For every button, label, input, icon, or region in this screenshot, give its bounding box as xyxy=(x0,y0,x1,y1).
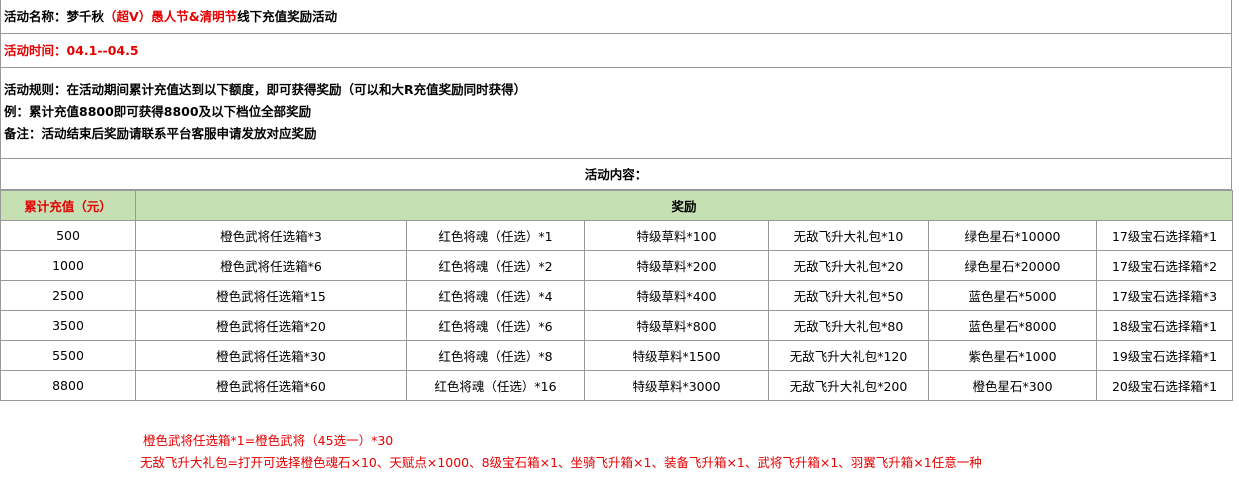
reward-cell: 17级宝石选择箱*3 xyxy=(1095,280,1234,311)
reward-cell: 无敌飞升大礼包*80 xyxy=(768,310,929,341)
reward-cell: 橙色武将任选箱*60 xyxy=(135,370,407,401)
activity-content-label: 活动内容： xyxy=(0,159,1232,190)
header-cumulative-recharge: 累计充值（元） xyxy=(0,190,136,221)
reward-cell: 特级草料*1500 xyxy=(584,340,769,371)
amount-cell: 1000 xyxy=(0,250,136,281)
table-row: 1000 橙色武将任选箱*6 红色将魂（任选）*2 特级草料*200 无敌飞升大… xyxy=(0,250,1234,281)
table-row: 2500 橙色武将任选箱*15 红色将魂（任选）*4 特级草料*400 无敌飞升… xyxy=(0,280,1234,311)
reward-cell: 橙色武将任选箱*6 xyxy=(135,250,407,281)
content-label-text: 活动内容： xyxy=(584,167,648,182)
activity-name-suffix: 线下充值奖励活动 xyxy=(237,9,338,24)
activity-name-row: 活动名称：梦千秋（超V）愚人节&清明节线下充值奖励活动 xyxy=(0,0,1232,34)
header-reward: 奖励 xyxy=(134,190,1234,221)
reward-cell: 红色将魂（任选）*4 xyxy=(406,280,585,311)
reward-cell: 橙色武将任选箱*20 xyxy=(135,310,407,341)
rules-line-1: 活动规则：在活动期间累计充值达到以下额度，即可获得奖励（可以和大R充值奖励同时获… xyxy=(4,82,527,97)
table-row: 5500 橙色武将任选箱*30 红色将魂（任选）*8 特级草料*1500 无敌飞… xyxy=(0,340,1234,371)
reward-table: 累计充值（元） 奖励 500 橙色武将任选箱*3 红色将魂（任选）*1 特级草料… xyxy=(0,190,1234,401)
reward-cell: 特级草料*3000 xyxy=(584,370,769,401)
reward-cell: 橙色武将任选箱*15 xyxy=(135,280,407,311)
amount-cell: 2500 xyxy=(0,280,136,311)
activity-rules-block: 活动规则：在活动期间累计充值达到以下额度，即可获得奖励（可以和大R充值奖励同时获… xyxy=(0,68,1232,159)
reward-cell: 无敌飞升大礼包*10 xyxy=(768,220,929,251)
reward-cell: 无敌飞升大礼包*200 xyxy=(768,370,929,401)
reward-cell: 20级宝石选择箱*1 xyxy=(1095,370,1234,401)
amount-cell: 3500 xyxy=(0,310,136,341)
amount-cell: 500 xyxy=(0,220,136,251)
rules-example-line: 例：累计充值8800即可获得8800及以下档位全部奖励 xyxy=(4,104,312,119)
reward-cell: 17级宝石选择箱*1 xyxy=(1095,220,1234,251)
table-row: 8800 橙色武将任选箱*60 红色将魂（任选）*16 特级草料*3000 无敌… xyxy=(0,370,1234,401)
reward-cell: 特级草料*400 xyxy=(584,280,769,311)
footnotes: 橙色武将任选箱*1=橙色武将（45选一）*30 无敌飞升大礼包=打开可选择橙色魂… xyxy=(140,430,982,474)
reward-cell: 绿色星石*10000 xyxy=(928,220,1097,251)
reward-cell: 橙色武将任选箱*3 xyxy=(135,220,407,251)
activity-time-row: 活动时间：04.1--04.5 xyxy=(0,34,1232,68)
reward-cell: 橙色星石*300 xyxy=(928,370,1097,401)
rules-note-line: 备注：活动结束后奖励请联系平台客服申请发放对应奖励 xyxy=(4,126,317,141)
reward-cell: 红色将魂（任选）*1 xyxy=(406,220,585,251)
amount-cell: 8800 xyxy=(0,370,136,401)
reward-cell: 18级宝石选择箱*1 xyxy=(1095,310,1234,341)
reward-cell: 红色将魂（任选）*2 xyxy=(406,250,585,281)
reward-cell: 特级草料*200 xyxy=(584,250,769,281)
reward-cell: 绿色星石*20000 xyxy=(928,250,1097,281)
activity-time: 活动时间：04.1--04.5 xyxy=(4,43,139,58)
reward-table-header: 累计充值（元） 奖励 xyxy=(0,190,1234,221)
amount-cell: 5500 xyxy=(0,340,136,371)
reward-cell: 特级草料*100 xyxy=(584,220,769,251)
reward-cell: 橙色武将任选箱*30 xyxy=(135,340,407,371)
reward-cell: 无敌飞升大礼包*20 xyxy=(768,250,929,281)
activity-name-highlight: （超V）愚人节&清明节 xyxy=(104,9,238,24)
reward-cell: 红色将魂（任选）*16 xyxy=(406,370,585,401)
reward-cell: 红色将魂（任选）*6 xyxy=(406,310,585,341)
table-row: 3500 橙色武将任选箱*20 红色将魂（任选）*6 特级草料*800 无敌飞升… xyxy=(0,310,1234,341)
reward-cell: 特级草料*800 xyxy=(584,310,769,341)
reward-cell: 无敌飞升大礼包*50 xyxy=(768,280,929,311)
table-row: 500 橙色武将任选箱*3 红色将魂（任选）*1 特级草料*100 无敌飞升大礼… xyxy=(0,220,1234,251)
activity-sheet: 活动名称：梦千秋（超V）愚人节&清明节线下充值奖励活动 活动时间：04.1--0… xyxy=(0,0,1234,401)
reward-cell: 19级宝石选择箱*1 xyxy=(1095,340,1234,371)
activity-name-prefix: 活动名称：梦千秋 xyxy=(4,9,105,24)
reward-cell: 蓝色星石*5000 xyxy=(928,280,1097,311)
reward-cell: 17级宝石选择箱*2 xyxy=(1095,250,1234,281)
reward-cell: 红色将魂（任选）*8 xyxy=(406,340,585,371)
footnote-ascension-pack: 无敌飞升大礼包=打开可选择橙色魂石×10、天赋点×1000、8级宝石箱×1、坐骑… xyxy=(140,455,982,470)
reward-cell: 紫色星石*1000 xyxy=(928,340,1097,371)
footnote-orange-box: 橙色武将任选箱*1=橙色武将（45选一）*30 xyxy=(143,433,394,448)
reward-cell: 无敌飞升大礼包*120 xyxy=(768,340,929,371)
reward-cell: 蓝色星石*8000 xyxy=(928,310,1097,341)
